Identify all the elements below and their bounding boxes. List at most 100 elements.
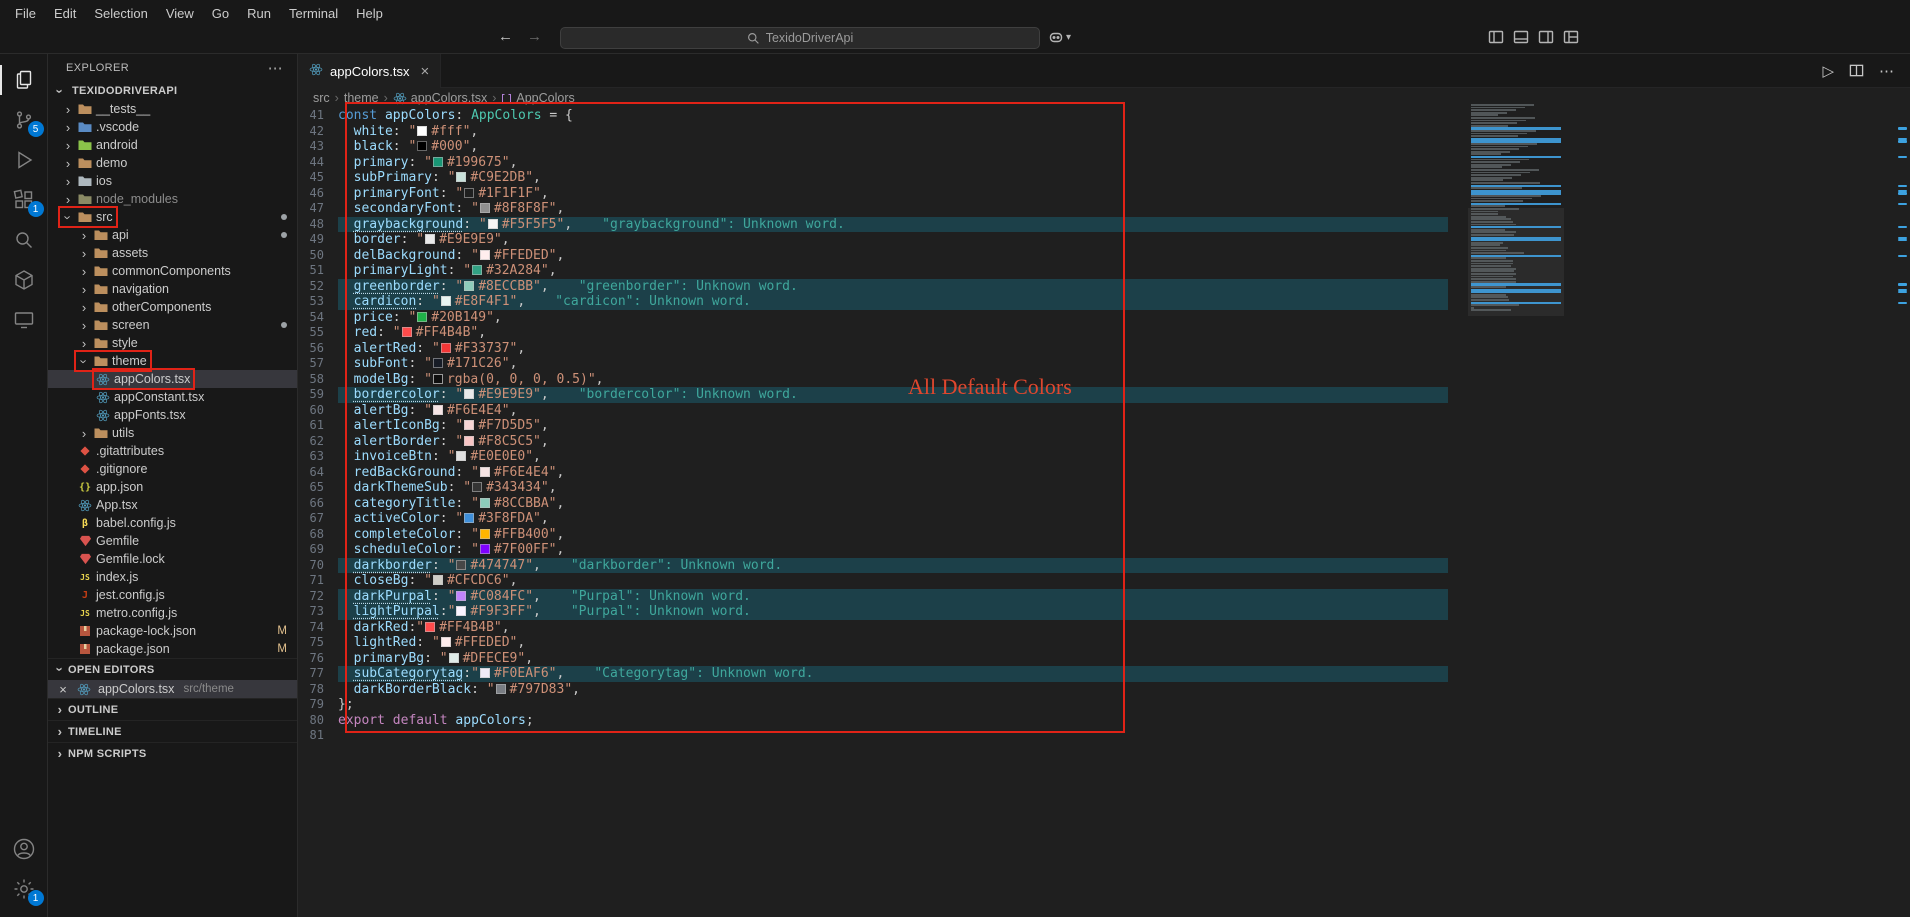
section-open-editors[interactable]: ›OPEN EDITORS bbox=[48, 658, 297, 680]
code-line-49[interactable]: 49 border: "#E9E9E9", bbox=[298, 232, 1910, 248]
code-line-73[interactable]: 73 lightPurpal:"#F9F3FF","Purpal": Unkno… bbox=[298, 604, 1910, 620]
toggle-primary-sidebar-icon[interactable] bbox=[1488, 29, 1504, 45]
code-line-77[interactable]: 77 subCategorytag:"#F0EAF6","Categorytag… bbox=[298, 666, 1910, 682]
code-line-56[interactable]: 56 alertRed: "#F33737", bbox=[298, 341, 1910, 357]
back-arrow-icon[interactable]: ← bbox=[498, 28, 513, 45]
activity-extensions-icon[interactable]: 1 bbox=[0, 180, 48, 220]
code-line-61[interactable]: 61 alertIconBg: "#F7D5D5", bbox=[298, 418, 1910, 434]
code-line-47[interactable]: 47 secondaryFont: "#8F8F8F", bbox=[298, 201, 1910, 217]
code-line-42[interactable]: 42 white: "#fff", bbox=[298, 124, 1910, 140]
editor-more-actions-icon[interactable]: ⋯ bbox=[1879, 62, 1894, 80]
section-outline[interactable]: ›OUTLINE bbox=[48, 698, 297, 720]
menu-item-terminal[interactable]: Terminal bbox=[280, 0, 347, 26]
tree-item-package-json[interactable]: package.jsonM bbox=[48, 640, 297, 658]
tree-item-appcolors-tsx[interactable]: appColors.tsx bbox=[48, 370, 297, 388]
code-line-51[interactable]: 51 primaryLight: "#32A284", bbox=[298, 263, 1910, 279]
activity-testing-icon[interactable] bbox=[0, 260, 48, 300]
tree-item-api[interactable]: ›api bbox=[48, 226, 297, 244]
tree-item-index-js[interactable]: JSindex.js bbox=[48, 568, 297, 586]
activity-search-icon[interactable] bbox=[0, 220, 48, 260]
tree-item-tests[interactable]: ›__tests__ bbox=[48, 100, 297, 118]
tree-item-android[interactable]: ›android bbox=[48, 136, 297, 154]
open-editor-item[interactable]: ×appColors.tsxsrc/theme bbox=[48, 680, 297, 698]
close-icon[interactable]: × bbox=[56, 682, 70, 697]
tree-item-node-modules[interactable]: ›node_modules bbox=[48, 190, 297, 208]
code-line-55[interactable]: 55 red: "#FF4B4B", bbox=[298, 325, 1910, 341]
tree-item-appconstant-tsx[interactable]: appConstant.tsx bbox=[48, 388, 297, 406]
account-icon[interactable] bbox=[0, 829, 48, 869]
breadcrumb-item-appcolors-tsx[interactable]: appColors.tsx bbox=[393, 91, 487, 105]
tree-item-app-json[interactable]: {}app.json bbox=[48, 478, 297, 496]
tree-root[interactable]: › TEXIDODRIVERAPI bbox=[48, 82, 297, 100]
tree-item-src[interactable]: ›src bbox=[48, 208, 297, 226]
code-line-69[interactable]: 69 scheduleColor: "#7F00FF", bbox=[298, 542, 1910, 558]
tree-item-gitattributes[interactable]: .gitattributes bbox=[48, 442, 297, 460]
breadcrumb-item-appcolors[interactable]: AppColors bbox=[501, 91, 574, 105]
command-center-search[interactable]: TexidoDriverApi bbox=[560, 27, 1040, 49]
code-line-75[interactable]: 75 lightRed: "#FFEDED", bbox=[298, 635, 1910, 651]
minimap[interactable] bbox=[1468, 104, 1564, 434]
code-line-50[interactable]: 50 delBackground: "#FFEDED", bbox=[298, 248, 1910, 264]
code-line-68[interactable]: 68 completeColor: "#FFB400", bbox=[298, 527, 1910, 543]
split-editor-button[interactable] bbox=[1849, 63, 1864, 78]
code-line-67[interactable]: 67 activeColor: "#3F8FDA", bbox=[298, 511, 1910, 527]
code-editor[interactable]: 41const appColors: AppColors = {42 white… bbox=[298, 108, 1910, 744]
code-line-78[interactable]: 78 darkBorderBlack: "#797D83", bbox=[298, 682, 1910, 698]
tree-item-demo[interactable]: ›demo bbox=[48, 154, 297, 172]
tree-item-babel-config-js[interactable]: βbabel.config.js bbox=[48, 514, 297, 532]
code-line-43[interactable]: 43 black: "#000", bbox=[298, 139, 1910, 155]
code-line-63[interactable]: 63 invoiceBtn: "#E0E0E0", bbox=[298, 449, 1910, 465]
code-line-64[interactable]: 64 redBackGround: "#F6E4E4", bbox=[298, 465, 1910, 481]
menu-item-view[interactable]: View bbox=[157, 0, 203, 26]
tree-item-utils[interactable]: ›utils bbox=[48, 424, 297, 442]
tree-item-appfonts-tsx[interactable]: appFonts.tsx bbox=[48, 406, 297, 424]
tree-item-gemfile[interactable]: Gemfile bbox=[48, 532, 297, 550]
run-button[interactable]: ▷ bbox=[1822, 62, 1834, 80]
code-line-59[interactable]: 59 bordercolor: "#E9E9E9","bordercolor":… bbox=[298, 387, 1910, 403]
code-line-66[interactable]: 66 categoryTitle: "#8CCBBA", bbox=[298, 496, 1910, 512]
tree-item-gemfile-lock[interactable]: Gemfile.lock bbox=[48, 550, 297, 568]
toggle-secondary-sidebar-icon[interactable] bbox=[1538, 29, 1554, 45]
tree-item-screen[interactable]: ›screen bbox=[48, 316, 297, 334]
tree-item-metro-config-js[interactable]: JSmetro.config.js bbox=[48, 604, 297, 622]
close-icon[interactable]: × bbox=[420, 63, 429, 80]
code-line-48[interactable]: 48 graybackground: "#F5F5F5","graybackgr… bbox=[298, 217, 1910, 233]
tree-item-jest-config-js[interactable]: Jjest.config.js bbox=[48, 586, 297, 604]
activity-explorer-icon[interactable] bbox=[0, 60, 48, 100]
tree-item-gitignore[interactable]: .gitignore bbox=[48, 460, 297, 478]
tree-item-navigation[interactable]: ›navigation bbox=[48, 280, 297, 298]
menu-item-help[interactable]: Help bbox=[347, 0, 392, 26]
tab-appcolors[interactable]: appColors.tsx × bbox=[298, 54, 441, 88]
tree-item-vscode[interactable]: ›.vscode bbox=[48, 118, 297, 136]
activity-source-control-icon[interactable]: 5 bbox=[0, 100, 48, 140]
code-line-54[interactable]: 54 price: "#20B149", bbox=[298, 310, 1910, 326]
breadcrumb-item-src[interactable]: src bbox=[313, 91, 330, 105]
tree-item-assets[interactable]: ›assets bbox=[48, 244, 297, 262]
section-npm-scripts[interactable]: ›NPM SCRIPTS bbox=[48, 742, 297, 764]
menu-item-edit[interactable]: Edit bbox=[45, 0, 85, 26]
code-line-80[interactable]: 80export default appColors; bbox=[298, 713, 1910, 729]
code-line-70[interactable]: 70 darkborder: "#474747","darkborder": U… bbox=[298, 558, 1910, 574]
code-line-52[interactable]: 52 greenborder: "#8ECCBB","greenborder":… bbox=[298, 279, 1910, 295]
code-line-58[interactable]: 58 modelBg: "rgba(0, 0, 0, 0.5)", bbox=[298, 372, 1910, 388]
settings-icon[interactable]: 1 bbox=[0, 869, 48, 909]
copilot-menu[interactable]: ▾ bbox=[1048, 29, 1071, 45]
code-line-81[interactable]: 81 bbox=[298, 728, 1910, 744]
code-line-46[interactable]: 46 primaryFont: "#1F1F1F", bbox=[298, 186, 1910, 202]
tree-item-commoncomponents[interactable]: ›commonComponents bbox=[48, 262, 297, 280]
code-line-60[interactable]: 60 alertBg: "#F6E4E4", bbox=[298, 403, 1910, 419]
code-line-41[interactable]: 41const appColors: AppColors = { bbox=[298, 108, 1910, 124]
tree-item-style[interactable]: ›style bbox=[48, 334, 297, 352]
code-line-45[interactable]: 45 subPrimary: "#C9E2DB", bbox=[298, 170, 1910, 186]
code-line-57[interactable]: 57 subFont: "#171C26", bbox=[298, 356, 1910, 372]
code-line-65[interactable]: 65 darkThemeSub: "#343434", bbox=[298, 480, 1910, 496]
menu-item-go[interactable]: Go bbox=[203, 0, 238, 26]
code-line-74[interactable]: 74 darkRed:"#FF4B4B", bbox=[298, 620, 1910, 636]
activity-remote-explorer-icon[interactable] bbox=[0, 300, 48, 340]
code-line-53[interactable]: 53 cardicon: "#E8F4F1","cardicon": Unkno… bbox=[298, 294, 1910, 310]
code-line-71[interactable]: 71 closeBg: "#CFCDC6", bbox=[298, 573, 1910, 589]
code-line-76[interactable]: 76 primaryBg: "#DFECE9", bbox=[298, 651, 1910, 667]
menu-item-run[interactable]: Run bbox=[238, 0, 280, 26]
code-line-62[interactable]: 62 alertBorder: "#F8C5C5", bbox=[298, 434, 1910, 450]
menu-item-selection[interactable]: Selection bbox=[85, 0, 156, 26]
